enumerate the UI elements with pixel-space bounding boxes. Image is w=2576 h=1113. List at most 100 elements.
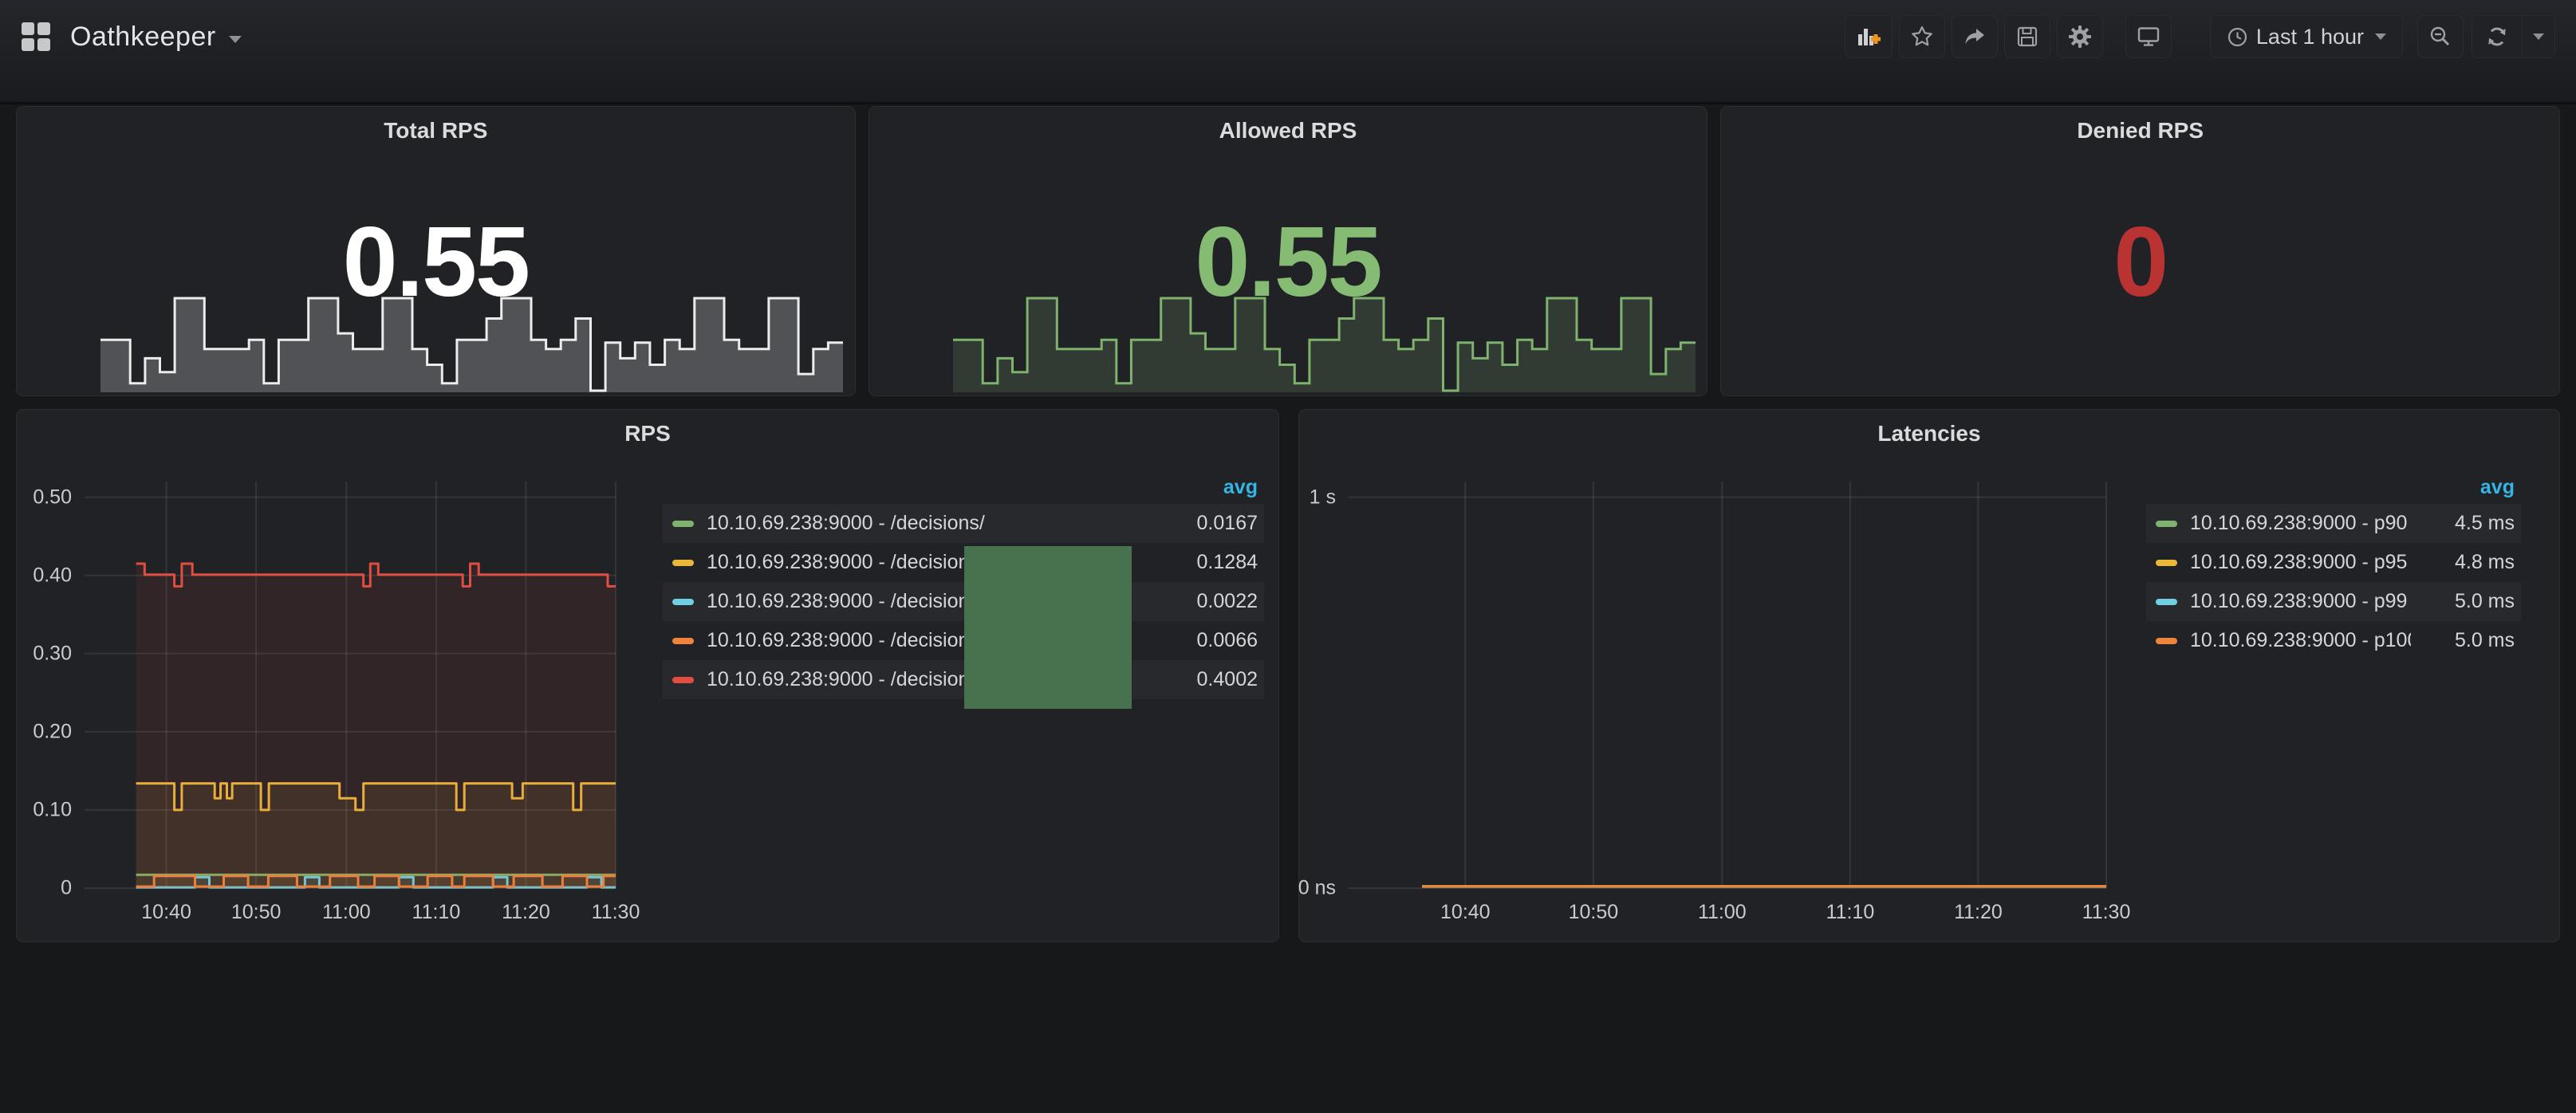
- series-swatch[interactable]: [672, 560, 694, 566]
- navbar: Oathkeeper: [0, 0, 2576, 104]
- stat-panel-total-rps: Total RPS 0.55: [16, 106, 856, 396]
- refresh-interval-dropdown[interactable]: [2522, 16, 2554, 57]
- star-icon: [1910, 25, 1934, 49]
- panel-title[interactable]: RPS: [17, 421, 1278, 446]
- legend-row[interactable]: 10.10.69.238:9000 - p90 4.5 ms: [2146, 504, 2521, 543]
- refresh-caret-icon: [2533, 33, 2544, 40]
- legend-row[interactable]: 10.10.69.238:9000 - /decisions/ 0.1284: [663, 543, 1264, 582]
- gear-icon: [2068, 25, 2092, 49]
- graph-row: RPS 10:4010:5011:0011:1011:2011:3000.100…: [16, 409, 2560, 942]
- y-tick-label: 0.50: [33, 486, 72, 509]
- star-button[interactable]: [1899, 15, 1945, 58]
- series-swatch[interactable]: [672, 521, 694, 527]
- series-avg-value: 0.1284: [1154, 551, 1258, 574]
- legend-row[interactable]: 10.10.69.238:9000 - p100 5.0 ms: [2146, 621, 2521, 660]
- series-label: 10.10.69.238:9000 - p100: [2190, 629, 2411, 652]
- series-label: 10.10.69.238:9000 - p90: [2190, 512, 2411, 535]
- legend-row[interactable]: 10.10.69.238:9000 - /decisions/ 0.0022: [663, 582, 1264, 621]
- series-label: 10.10.69.238:9000 - p95: [2190, 551, 2411, 574]
- add-panel-button[interactable]: [1845, 15, 1893, 58]
- panel-title[interactable]: Latencies: [1299, 421, 2559, 446]
- refresh-split-button: [2472, 15, 2555, 58]
- stat-value: 0.55: [17, 206, 855, 319]
- x-tick-label: 10:50: [231, 901, 282, 924]
- x-tick-label: 10:50: [1569, 901, 1619, 924]
- zoom-out-icon: [2428, 25, 2452, 49]
- share-button[interactable]: [1952, 15, 1998, 58]
- legend-row[interactable]: 10.10.69.238:9000 - /decisions/ 0.4002: [663, 660, 1264, 699]
- settings-button[interactable]: [2057, 15, 2103, 58]
- series-swatch[interactable]: [672, 599, 694, 605]
- x-tick-label: 11:30: [592, 901, 640, 924]
- add-panel-icon: [1856, 24, 1881, 49]
- y-tick-label: 0.30: [33, 642, 72, 665]
- latencies-legend: avg 10.10.69.238:9000 - p90 4.5 ms 10.10…: [2146, 470, 2521, 660]
- series-avg-value: 0.0066: [1154, 629, 1258, 652]
- series-swatch[interactable]: [2156, 599, 2177, 605]
- graph-panel-rps: RPS 10:4010:5011:0011:1011:2011:3000.100…: [16, 409, 1279, 942]
- latencies-plot-area[interactable]: 10:4010:5011:0011:1011:2011:300 ns1 s: [1349, 482, 2106, 888]
- dashboard-title[interactable]: Oathkeeper: [70, 22, 216, 53]
- x-tick-label: 11:20: [1954, 901, 2003, 924]
- y-tick-label: 0.10: [33, 798, 72, 821]
- panel-title[interactable]: Allowed RPS: [869, 118, 1707, 144]
- series-swatch[interactable]: [672, 677, 694, 683]
- toolbar: Last 1 hour: [1845, 15, 2555, 58]
- legend-header-avg[interactable]: avg: [2146, 470, 2521, 504]
- rps-plot-area[interactable]: 10:4010:5011:0011:1011:2011:3000.100.200…: [85, 482, 616, 888]
- legend-header-avg[interactable]: avg: [663, 470, 1264, 504]
- stat-value: 0.55: [869, 206, 1707, 319]
- time-picker-button[interactable]: Last 1 hour: [2210, 15, 2403, 58]
- series-avg-value: 0.4002: [1154, 668, 1258, 691]
- series-avg-value: 0.0167: [1154, 512, 1258, 535]
- legend-row[interactable]: 10.10.69.238:9000 - /decisions/ 0.0167: [663, 504, 1264, 543]
- save-button[interactable]: [2004, 15, 2050, 58]
- stat-panel-allowed-rps: Allowed RPS 0.55: [869, 106, 1708, 396]
- legend-row[interactable]: 10.10.69.238:9000 - p99 5.0 ms: [2146, 582, 2521, 621]
- y-tick-label: 1 s: [1310, 486, 1336, 509]
- x-tick-label: 11:10: [1826, 901, 1875, 924]
- series-avg-value: 5.0 ms: [2411, 590, 2515, 613]
- grafana-grid-logo-icon[interactable]: [21, 22, 51, 52]
- panel-title[interactable]: Total RPS: [17, 118, 855, 144]
- y-tick-label: 0.20: [33, 720, 72, 743]
- monitor-icon: [2137, 25, 2160, 49]
- legend-row[interactable]: 10.10.69.238:9000 - p95 4.8 ms: [2146, 543, 2521, 582]
- series-swatch[interactable]: [672, 638, 694, 644]
- stat-panel-denied-rps: Denied RPS 0: [1720, 106, 2560, 396]
- x-tick-label: 10:40: [141, 901, 191, 924]
- series-swatch[interactable]: [2156, 560, 2177, 566]
- refresh-icon: [2485, 25, 2509, 49]
- x-tick-label: 11:20: [502, 901, 550, 924]
- x-tick-label: 11:30: [2082, 901, 2131, 924]
- legend-row[interactable]: 10.10.69.238:9000 - /decisions/ 0.0066: [663, 621, 1264, 660]
- time-range-label: Last 1 hour: [2256, 25, 2364, 49]
- panel-title[interactable]: Denied RPS: [1721, 118, 2559, 144]
- x-tick-label: 10:40: [1440, 901, 1491, 924]
- time-picker-caret-icon: [2375, 33, 2386, 40]
- stat-value: 0: [1721, 206, 2559, 319]
- series-avg-value: 5.0 ms: [2411, 629, 2515, 652]
- y-tick-label: 0.40: [33, 564, 72, 587]
- zoom-out-button[interactable]: [2417, 15, 2464, 58]
- graph-panel-latencies: Latencies 10:4010:5011:0011:1011:2011:30…: [1298, 409, 2560, 942]
- refresh-button[interactable]: [2472, 16, 2522, 57]
- share-icon: [1963, 25, 1987, 49]
- green-popup-overlay: [964, 546, 1132, 709]
- x-tick-label: 11:00: [1698, 901, 1747, 924]
- series-label: 10.10.69.238:9000 - /decisions/: [707, 512, 1154, 535]
- save-icon: [2015, 25, 2039, 49]
- series-avg-value: 4.5 ms: [2411, 512, 2515, 535]
- x-tick-label: 11:10: [412, 901, 461, 924]
- dashboard-title-caret-icon[interactable]: [229, 36, 242, 43]
- series-avg-value: 4.8 ms: [2411, 551, 2515, 574]
- stat-row: Total RPS 0.55 Allowed RPS 0.55 Denied R…: [16, 106, 2560, 396]
- y-tick-label: 0 ns: [1298, 877, 1336, 900]
- series-avg-value: 0.0022: [1154, 590, 1258, 613]
- tv-mode-button[interactable]: [2125, 15, 2172, 58]
- dashboard-area: Total RPS 0.55 Allowed RPS 0.55 Denied R…: [0, 104, 2576, 942]
- rps-legend: avg 10.10.69.238:9000 - /decisions/ 0.01…: [663, 470, 1264, 699]
- series-swatch[interactable]: [2156, 638, 2177, 644]
- clock-icon: [2227, 26, 2248, 48]
- series-swatch[interactable]: [2156, 521, 2177, 527]
